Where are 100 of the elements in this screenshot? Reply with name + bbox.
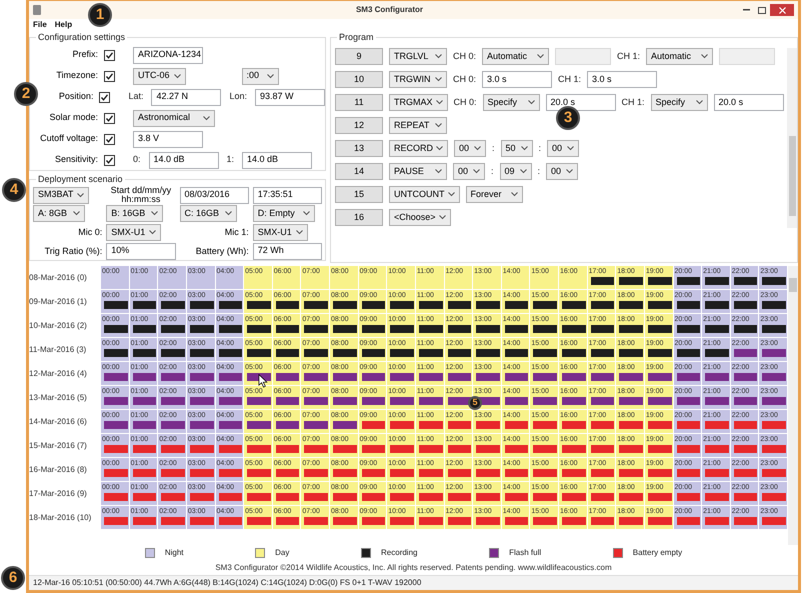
dropdown[interactable]: SMX-U1 [252,224,308,241]
field-label: CH 1: [617,50,640,63]
field-label: Position: [58,90,94,104]
field-label: : [538,142,542,155]
dropdown[interactable]: Automatic [482,48,550,65]
text-field[interactable]: 17:35:51 [252,186,322,204]
field-label: Sensitivity: [54,153,98,166]
step-number-button[interactable]: 15 [335,186,383,203]
day-label: 12-Mar-2016 (4) [29,368,88,380]
dropdown[interactable]: A: 8GB [33,205,85,222]
menu-item[interactable]: File [33,21,47,29]
field-label: CH 0: [453,72,476,86]
day-label: 13-Mar-2016 (5) [29,392,88,404]
field-label: Prefix: [72,48,98,62]
field-label: : [492,142,495,155]
group-title: Program [337,31,376,43]
window-title: SM3 Configurator [356,4,424,16]
dropdown[interactable]: 00 [546,163,578,180]
day-label: 11-Mar-2016 (3) [29,344,88,356]
field-label: Mic 0: [78,228,102,237]
day-label: 17-Mar-2016 (9) [29,488,88,500]
field-label: Battery (Wh): [196,246,249,256]
step-number-button[interactable]: 13 [335,140,383,157]
step-number-button[interactable]: 16 [335,209,383,226]
command-dropdown[interactable]: TRGWIN [389,71,447,88]
dropdown[interactable]: 50 [500,140,533,157]
copyright-text: SM3 Configurator ©2014 Wildlife Acoustics, Inc. All rights reserved. Patents pending. www.wildlifeacoustics.com [214,562,613,574]
text-field[interactable]: 20.0 s [714,94,784,111]
text-field[interactable]: 14.0 dB [148,152,219,168]
dropdown[interactable]: Automatic [646,48,714,65]
callout-number: 6 [1,566,25,590]
text-field[interactable]: 3.8 V [133,130,203,148]
command-dropdown[interactable]: TRGMAX [389,94,448,111]
field-label: Lon: [229,90,247,104]
step-number-button[interactable]: 9 [335,48,383,65]
text-field[interactable]: 08/03/2016 [180,186,249,204]
command-dropdown[interactable]: RECORD [389,140,448,157]
dropdown[interactable]: B: 16GB [106,205,164,222]
text-field[interactable]: 72 Wh [252,242,322,260]
dropdown[interactable]: Forever [466,186,522,203]
step-number-button[interactable]: 14 [335,163,383,180]
field-label: CH 0: [453,50,476,63]
field-label: Lat: [128,90,144,104]
field-label: Trig Ratio (%): [44,246,102,256]
dropdown[interactable]: 00 [547,140,580,157]
text-field[interactable]: 3.0 s [587,71,658,88]
field-label: Mic 1: [224,228,249,237]
command-dropdown[interactable]: REPEAT [389,117,447,134]
day-label: 10-Mar-2016 (2) [29,320,88,332]
text-field[interactable]: ARIZONA-1234 [133,46,203,64]
dropdown[interactable]: 00 [453,163,485,180]
field-label: Cutoff voltage: [40,132,98,146]
dropdown[interactable]: :00 [242,68,279,84]
dropdown[interactable]: Astronomical [133,110,215,126]
dropdown[interactable]: UTC-06 [133,68,186,84]
callout-number: 2 [14,82,38,106]
command-dropdown[interactable]: UNTCOUNT [389,186,460,203]
text-field[interactable]: 20.0 s [546,94,616,111]
dropdown[interactable]: 09 [500,163,532,180]
field-label: : [491,164,494,178]
dropdown[interactable]: Specify [650,94,708,111]
command-dropdown[interactable]: <Choose> [389,209,451,226]
step-number-button[interactable]: 10 [335,71,383,88]
field-label: : [538,164,540,178]
legend-label: Night [164,547,184,559]
menu-item[interactable]: Help [54,21,72,29]
field-label: 0: [133,153,141,166]
dropdown[interactable]: SM3BAT [33,186,90,204]
day-label: 16-Mar-2016 (8) [29,464,88,476]
day-label: 08-Mar-2016 (0) [29,272,88,284]
legend-label: Recording [381,547,418,559]
command-dropdown[interactable]: PAUSE [389,163,447,180]
step-number-button[interactable]: 11 [335,94,383,111]
callout-number: 4 [2,178,26,202]
legend-label: Flash full [509,547,542,559]
legend-label: Day [275,547,290,559]
dropdown[interactable]: C: 16GB [180,205,236,222]
text-field[interactable]: 93.87 W [255,88,325,106]
day-label: 18-Mar-2016 (10) [29,512,92,524]
field-label: CH 1: [622,96,645,109]
dropdown[interactable]: Specify [482,94,540,111]
day-label: 15-Mar-2016 (7) [29,440,88,452]
step-number-button[interactable]: 12 [335,117,383,134]
command-dropdown[interactable]: TRGLVL [389,48,447,65]
field-label: 1: [226,153,234,166]
text-field[interactable]: 10% [106,242,176,260]
dropdown[interactable]: D: Empty [252,205,315,222]
dropdown[interactable]: SMX-U1 [106,224,162,241]
text-field[interactable]: 42.27 N [151,88,222,106]
day-label: 09-Mar-2016 (1) [29,296,88,308]
field-label: CH 0: [454,96,477,109]
group-title: Deployment scenario [36,173,125,185]
legend-label: Battery empty [632,547,682,559]
text-field[interactable]: 3.0 s [482,71,552,88]
text-field[interactable]: 14.0 dB [242,152,312,168]
field-label: CH 1: [558,72,582,86]
field-label: Start dd/mm/yy hh:mm:ss [110,186,172,204]
status-text: 12-Mar-16 05:10:51 (00:50:00) 44.7Wh A:6G(448) B:14G(1024) C:14G(1024) D:0G(0) FS 0+1 T-WAV 192000 [33,577,422,589]
dropdown[interactable]: 00 [454,140,486,157]
group-title: Configuration settings [36,31,128,43]
